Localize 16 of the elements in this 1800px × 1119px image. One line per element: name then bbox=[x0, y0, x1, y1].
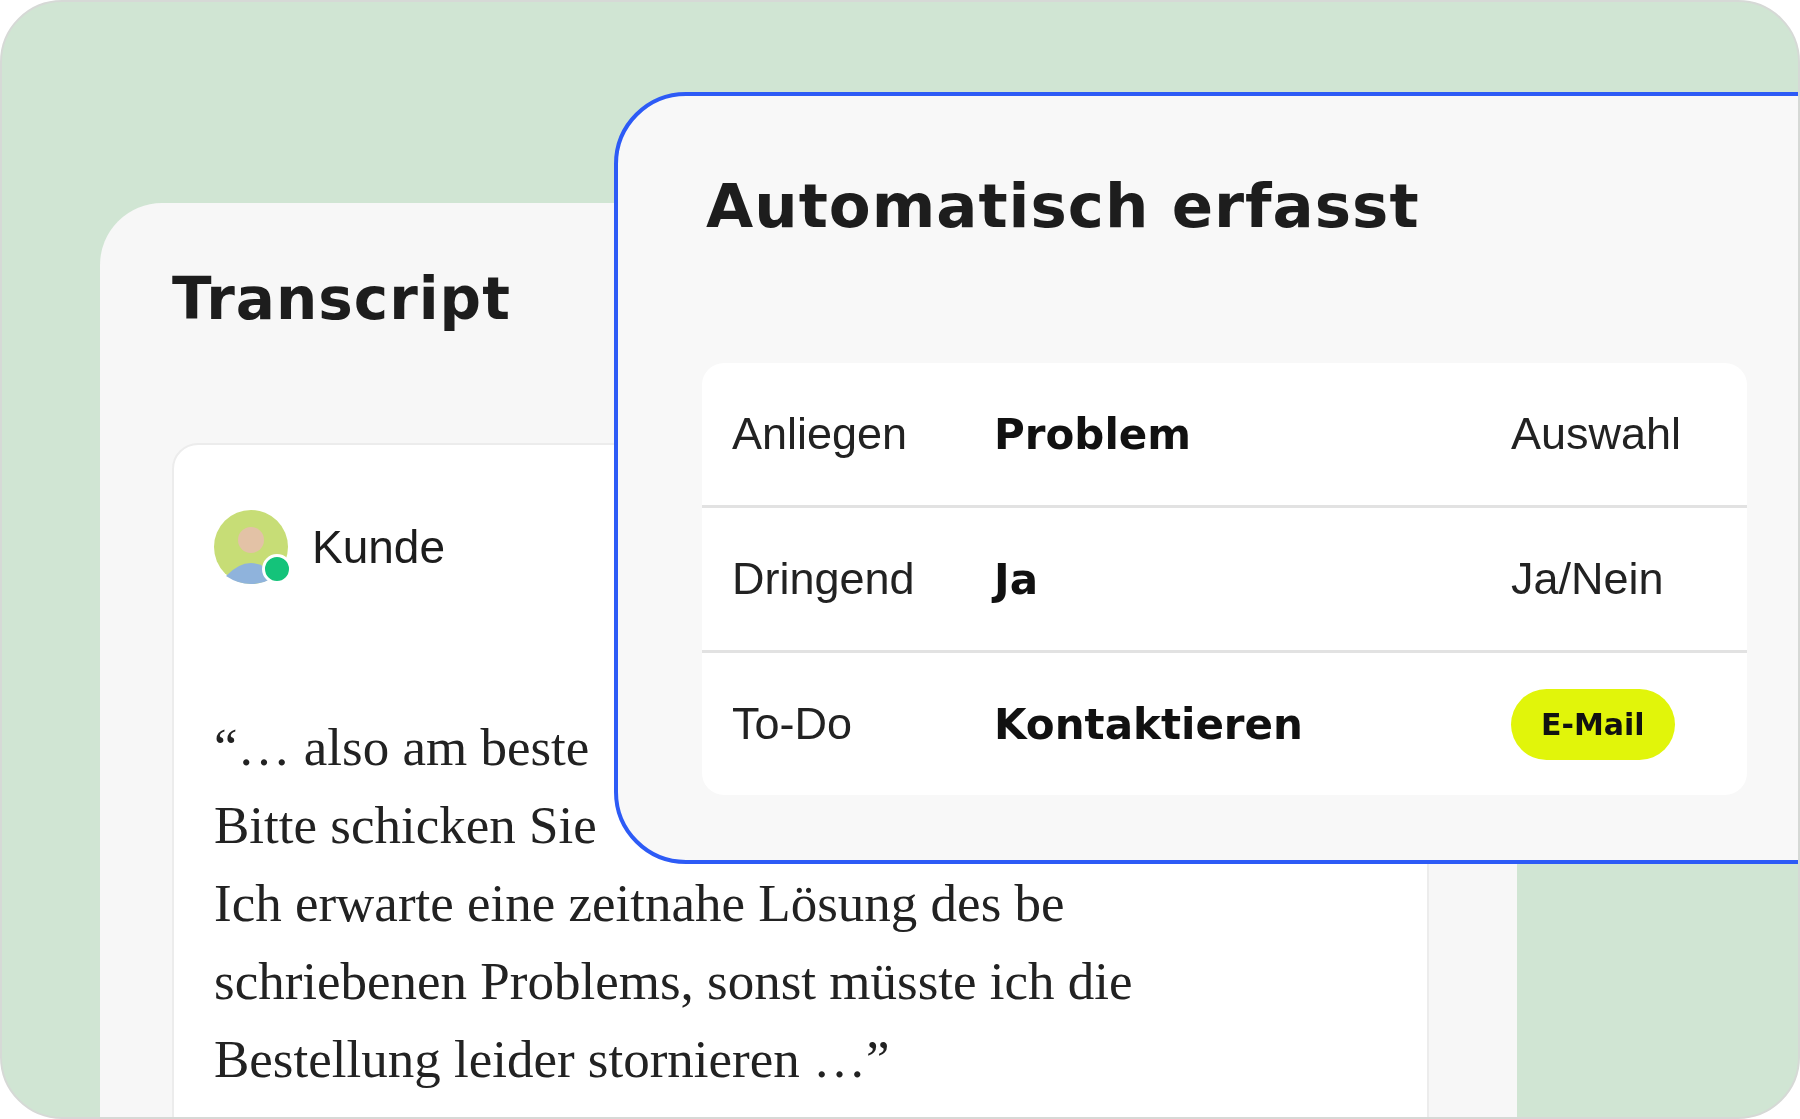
field-type: Ja/Nein bbox=[1511, 553, 1664, 605]
quote-line: Bitte schicken Sie bbox=[214, 795, 597, 856]
transcript-title: Transcript bbox=[172, 264, 512, 335]
field-value: Kontaktieren bbox=[994, 699, 1303, 749]
quote-line: Ich erwarte eine zeitnahe Lösung des be bbox=[214, 873, 1065, 934]
captured-title: Automatisch erfasst bbox=[706, 170, 1421, 241]
field-label: To-Do bbox=[732, 698, 853, 750]
speaker-name: Kunde bbox=[312, 520, 445, 574]
field-type: Auswahl bbox=[1511, 408, 1682, 460]
field-value: Problem bbox=[994, 409, 1192, 459]
field-label: Anliegen bbox=[732, 408, 908, 460]
quote-line: Bestellung leider stornieren …” bbox=[214, 1029, 890, 1090]
quote-line: schriebenen Problems, sonst müsste ich die bbox=[214, 951, 1133, 1012]
channel-tag: E-Mail bbox=[1511, 688, 1675, 760]
quote-line: “… also am beste bbox=[214, 717, 590, 778]
field-label: Dringend bbox=[732, 553, 915, 605]
